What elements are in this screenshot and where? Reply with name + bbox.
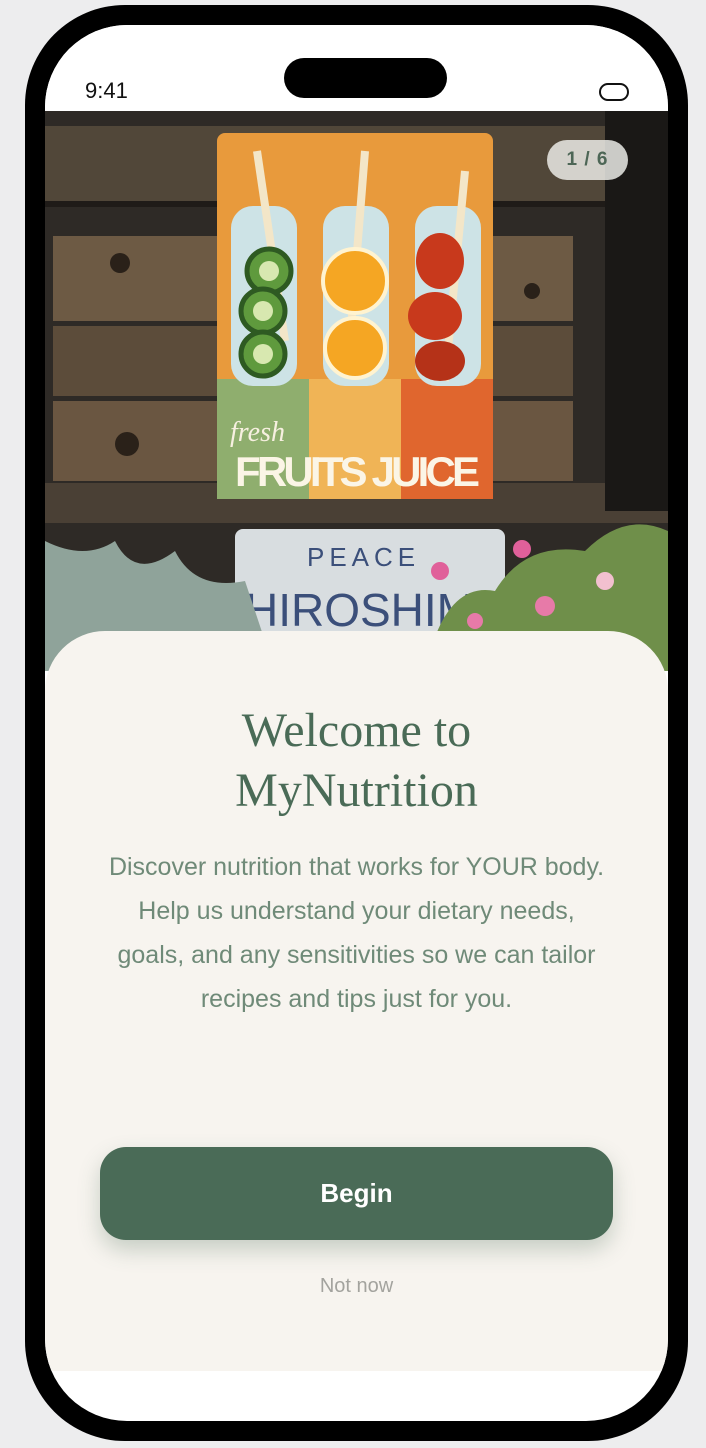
screen: 9:41 fresh FRUITS JUICE PEACE HIROSHIMA … bbox=[45, 25, 668, 1421]
status-bar: 9:41 bbox=[45, 25, 668, 111]
title-line-1: Welcome to bbox=[241, 704, 472, 757]
not-now-link[interactable]: Not now bbox=[45, 1275, 668, 1298]
status-time: 9:41 bbox=[85, 78, 128, 103]
begin-button[interactable]: Begin bbox=[100, 1147, 613, 1240]
welcome-card: Welcome to MyNutrition Discover nutritio… bbox=[45, 631, 668, 1371]
phone-frame: 9:41 fresh FRUITS JUICE PEACE HIROSHIMA … bbox=[25, 5, 688, 1441]
juice-poster-photo: fresh FRUITS JUICE PEACE HIROSHIMA bbox=[45, 111, 668, 671]
poster-script: fresh bbox=[230, 417, 285, 448]
poster-title: FRUITS JUICE bbox=[235, 448, 480, 495]
plate-top-text: PEACE bbox=[307, 542, 420, 572]
battery-icon bbox=[599, 83, 629, 101]
title-line-2: MyNutrition bbox=[235, 764, 478, 817]
welcome-description: Discover nutrition that works for YOUR b… bbox=[108, 853, 605, 1013]
dynamic-island bbox=[284, 58, 447, 98]
hero-image: fresh FRUITS JUICE PEACE HIROSHIMA 1 / 6 bbox=[45, 111, 668, 671]
slide-counter: 1 / 6 bbox=[547, 140, 628, 180]
welcome-title: Welcome to MyNutrition bbox=[45, 701, 668, 821]
